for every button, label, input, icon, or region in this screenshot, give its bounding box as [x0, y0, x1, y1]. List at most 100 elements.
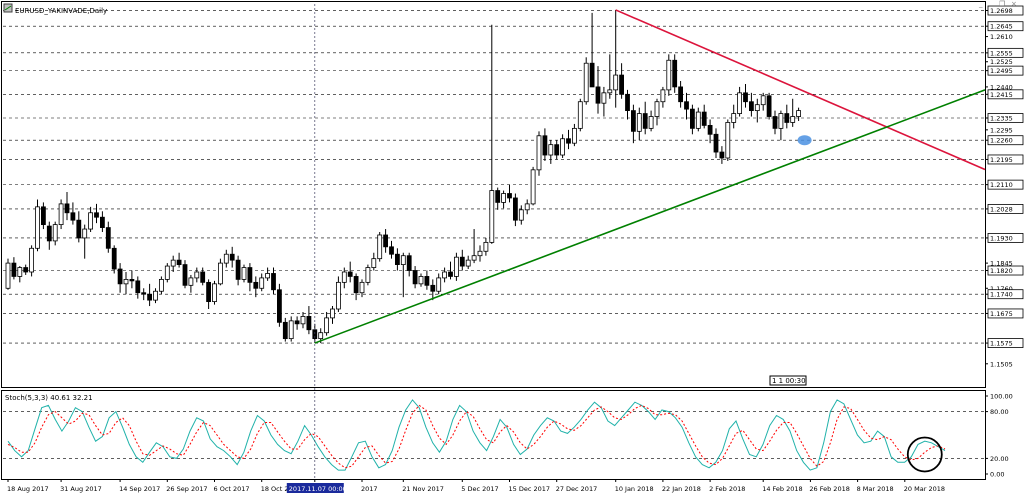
bear-candle	[353, 276, 359, 294]
bull-candle	[613, 74, 619, 91]
mt4-chart-window: 1.2698 1.2645 1.2610 1.2555 1.2525 1.2495 1.24…	[0, 0, 1024, 499]
bear-candle	[589, 62, 595, 88]
bear-candle	[11, 262, 17, 277]
bull-candle	[471, 255, 477, 261]
bear-candle	[176, 259, 182, 265]
bear-candle	[784, 113, 790, 123]
stoch-tick-label: 80.00	[990, 408, 1009, 416]
stoch-tick-label: 100.00	[990, 393, 1013, 401]
bull-candle	[371, 258, 377, 268]
price-tick-label: 1.2610	[990, 33, 1013, 41]
bull-candle	[725, 122, 731, 159]
bear-candle	[642, 113, 648, 129]
bear-candle	[282, 321, 288, 340]
minimize-button[interactable]: _	[978, 0, 983, 8]
price-tick-label: 1.2195	[990, 156, 1013, 164]
bull-candle	[318, 332, 324, 340]
bear-candle	[459, 256, 465, 267]
bull-candle	[483, 241, 489, 252]
bull-candle	[465, 259, 471, 267]
time-tick-label: 31 Aug 2017	[60, 485, 102, 493]
bull-candle	[453, 256, 459, 277]
bull-candle	[29, 247, 35, 273]
time-tick-label: 5 Dec 2017	[461, 485, 498, 493]
convergence-highlight	[797, 135, 812, 146]
close-button[interactable]: ×	[1011, 0, 1017, 8]
bull-candle	[518, 209, 524, 221]
bear-candle	[507, 193, 512, 199]
bull-candle	[607, 89, 613, 94]
bear-candle	[495, 190, 501, 203]
chart-canvas[interactable]: 1.2698 1.2645 1.2610 1.25551.25251.2495 1.24…	[0, 0, 1024, 499]
bear-candle	[235, 259, 241, 280]
bull-candle	[501, 193, 507, 203]
bear-candle	[719, 151, 725, 159]
bull-candle	[212, 283, 217, 303]
bull-candle	[660, 89, 666, 103]
price-tick-label: 1.1575	[990, 340, 1013, 348]
bull-candle	[82, 228, 88, 239]
time-tick-label: 6 Oct 2017	[214, 485, 250, 493]
bear-candle	[206, 281, 212, 303]
bear-candle	[105, 227, 111, 249]
stoch-label: Stoch(5,3,3) 40.61 32.21	[5, 394, 93, 402]
bear-candle	[129, 278, 135, 282]
bull-candle	[536, 135, 542, 171]
restore-button[interactable]: ❐	[999, 0, 1005, 8]
timeframe-badge-text: 1 1 00:30	[772, 377, 806, 385]
bull-candle	[300, 316, 306, 325]
time-tick-label: 21 Nov 2017	[402, 485, 444, 493]
bull-candle	[524, 203, 530, 211]
bull-candle	[666, 59, 672, 91]
time-tick-label: 15 Dec 2017	[509, 485, 551, 493]
time-tick-label: 14 Feb 2018	[762, 485, 802, 493]
bear-candle	[111, 247, 117, 270]
price-tick-label: 1.2295	[990, 126, 1013, 134]
bear-candle	[135, 280, 141, 294]
bull-candle	[158, 278, 164, 292]
time-tick-label: 22 Jan 2018	[662, 485, 701, 493]
bull-candle	[790, 116, 796, 123]
bear-candle	[513, 197, 518, 221]
bear-candle	[406, 255, 412, 271]
bear-candle	[41, 206, 46, 226]
bull-candle	[400, 255, 406, 265]
bull-candle	[153, 290, 158, 301]
bear-candle	[117, 268, 123, 285]
bull-candle	[418, 276, 424, 285]
price-axis: 1.2698 1.2645 1.2610 1.25551.25251.2495 1.24…	[985, 5, 1024, 368]
bear-candle	[672, 59, 678, 88]
bear-candle	[394, 253, 400, 265]
bull-candle	[636, 113, 642, 132]
bull-candle	[601, 92, 607, 104]
bull-candle	[194, 271, 200, 279]
price-tick-label: 1.1820	[990, 267, 1013, 275]
bear-candle	[100, 216, 105, 228]
bull-candle	[324, 317, 330, 334]
time-tick-label: 27 Dec 2017	[556, 485, 598, 493]
bull-candle	[188, 277, 194, 286]
bull-candle	[265, 273, 271, 279]
bear-candle	[182, 264, 188, 286]
price-tick-label: 1.2415	[990, 91, 1013, 99]
bear-candle	[46, 225, 52, 242]
bull-candle	[754, 104, 760, 112]
bear-candle	[430, 284, 436, 292]
bear-candle	[412, 270, 418, 285]
stoch-tick-label: 20.00	[990, 455, 1009, 463]
bear-candle	[690, 108, 695, 129]
bear-candle	[554, 144, 560, 156]
bear-candle	[276, 289, 282, 323]
bull-candle	[442, 271, 448, 279]
price-tick-label: 1.1740	[990, 291, 1013, 299]
bear-candle	[383, 234, 389, 248]
price-tick-label: 1.2110	[990, 181, 1013, 189]
bear-candle	[294, 320, 300, 325]
bear-candle	[701, 111, 707, 126]
bull-candle	[170, 259, 176, 267]
time-tick-label: 14 Sep 2017	[119, 485, 160, 493]
bull-candle	[5, 262, 11, 289]
bear-candle	[566, 138, 571, 144]
bear-candle	[448, 271, 453, 277]
bear-candle	[713, 133, 719, 153]
